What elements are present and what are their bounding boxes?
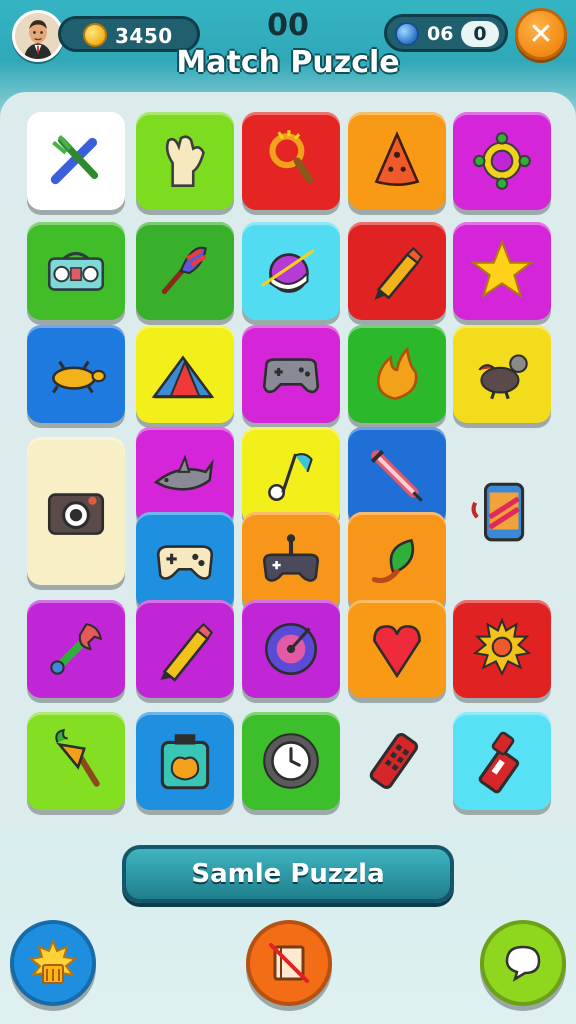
chat-icon — [505, 945, 541, 982]
magnifier-icon — [269, 130, 314, 184]
sun-shop-icon — [28, 938, 78, 986]
star-icon — [470, 239, 534, 299]
torch-icon — [55, 728, 100, 787]
leaf-icon — [371, 538, 415, 584]
fire-icon — [376, 346, 418, 401]
radio-icon — [47, 251, 105, 291]
gamepad-icon — [262, 358, 320, 394]
puzzle-tile[interactable] — [348, 512, 446, 610]
gem-icon — [395, 22, 419, 46]
bird-icon — [478, 354, 528, 400]
gem-count-badge: 0 — [461, 21, 499, 47]
syringe-icon — [370, 449, 423, 502]
puzzle-tile[interactable] — [242, 512, 340, 610]
puzzle-tile[interactable] — [27, 712, 125, 810]
joystick-icon — [262, 534, 320, 582]
chat-button[interactable] — [480, 920, 566, 1006]
disc-icon — [265, 623, 317, 675]
music-note-icon — [268, 453, 313, 501]
gem-value: 06 — [427, 23, 454, 45]
top-bar: 3450 00 Match Puzcle 06 0 ✕ — [0, 0, 576, 100]
glove-icon — [165, 135, 205, 187]
puzzle-tile[interactable] — [136, 600, 234, 698]
mountain-icon — [151, 355, 215, 399]
puzzle-tile[interactable] — [348, 325, 446, 423]
no-book-icon — [269, 943, 309, 983]
paintbrush-icon — [161, 246, 207, 295]
puzzle-tile[interactable] — [27, 222, 125, 320]
puzzle-tile[interactable] — [348, 600, 446, 698]
puzzle-tile[interactable] — [242, 712, 340, 810]
puzzle-tile[interactable] — [453, 222, 551, 320]
hint-button[interactable] — [246, 920, 332, 1006]
camera-icon — [47, 493, 105, 535]
puzzle-tile[interactable] — [348, 427, 446, 525]
puzzle-tile[interactable] — [27, 112, 125, 210]
puzzle-tile[interactable] — [27, 600, 125, 698]
phone-icon — [471, 482, 525, 542]
puzzle-tile[interactable] — [136, 712, 234, 810]
triangle-bell-icon — [374, 131, 420, 186]
puzzle-tile[interactable] — [348, 222, 446, 320]
puzzle-tile[interactable] — [136, 512, 234, 610]
puzzle-tile[interactable] — [242, 325, 340, 423]
sun-gear-icon — [472, 617, 532, 677]
puzzle-tile[interactable] — [27, 437, 125, 585]
gem-counter[interactable]: 06 0 — [384, 14, 508, 52]
puzzle-tile[interactable] — [136, 222, 234, 320]
heart-icon — [373, 625, 421, 679]
lipstick-icon — [478, 731, 520, 794]
pencil2-icon — [160, 622, 214, 682]
clock-icon — [263, 733, 319, 789]
puzzle-tile[interactable] — [242, 112, 340, 210]
puzzle-tile[interactable] — [136, 427, 234, 525]
controller-icon — [156, 545, 214, 580]
shop-button[interactable] — [10, 920, 96, 1006]
puzzle-tile[interactable] — [242, 427, 340, 525]
puzzle-tile[interactable] — [136, 325, 234, 423]
puzzle-tile[interactable] — [453, 112, 551, 210]
puzzle-tile[interactable] — [136, 112, 234, 210]
puzzle-tile[interactable] — [453, 325, 551, 423]
turtle-icon — [52, 360, 106, 394]
puzzle-tile[interactable] — [453, 600, 551, 698]
wrench-icon — [50, 623, 103, 675]
puzzle-tile[interactable] — [242, 222, 340, 320]
planet-icon — [261, 249, 315, 293]
mode-button[interactable]: Samle Puzzla — [122, 845, 454, 903]
gear-flower-icon — [473, 132, 531, 190]
close-icon: ✕ — [528, 16, 554, 52]
apple-jar-icon — [160, 734, 210, 790]
puzzle-tile[interactable] — [348, 712, 446, 810]
close-button[interactable]: ✕ — [515, 8, 567, 60]
puzzle-tile[interactable] — [453, 712, 551, 810]
remote-icon — [369, 733, 419, 789]
puzzle-tile[interactable] — [453, 462, 551, 560]
tools-icon — [50, 134, 99, 185]
shark-icon — [153, 454, 214, 491]
puzzle-tile[interactable] — [242, 600, 340, 698]
puzzle-tile[interactable] — [27, 325, 125, 423]
pencil-icon — [374, 246, 424, 300]
puzzle-tile[interactable] — [348, 112, 446, 210]
